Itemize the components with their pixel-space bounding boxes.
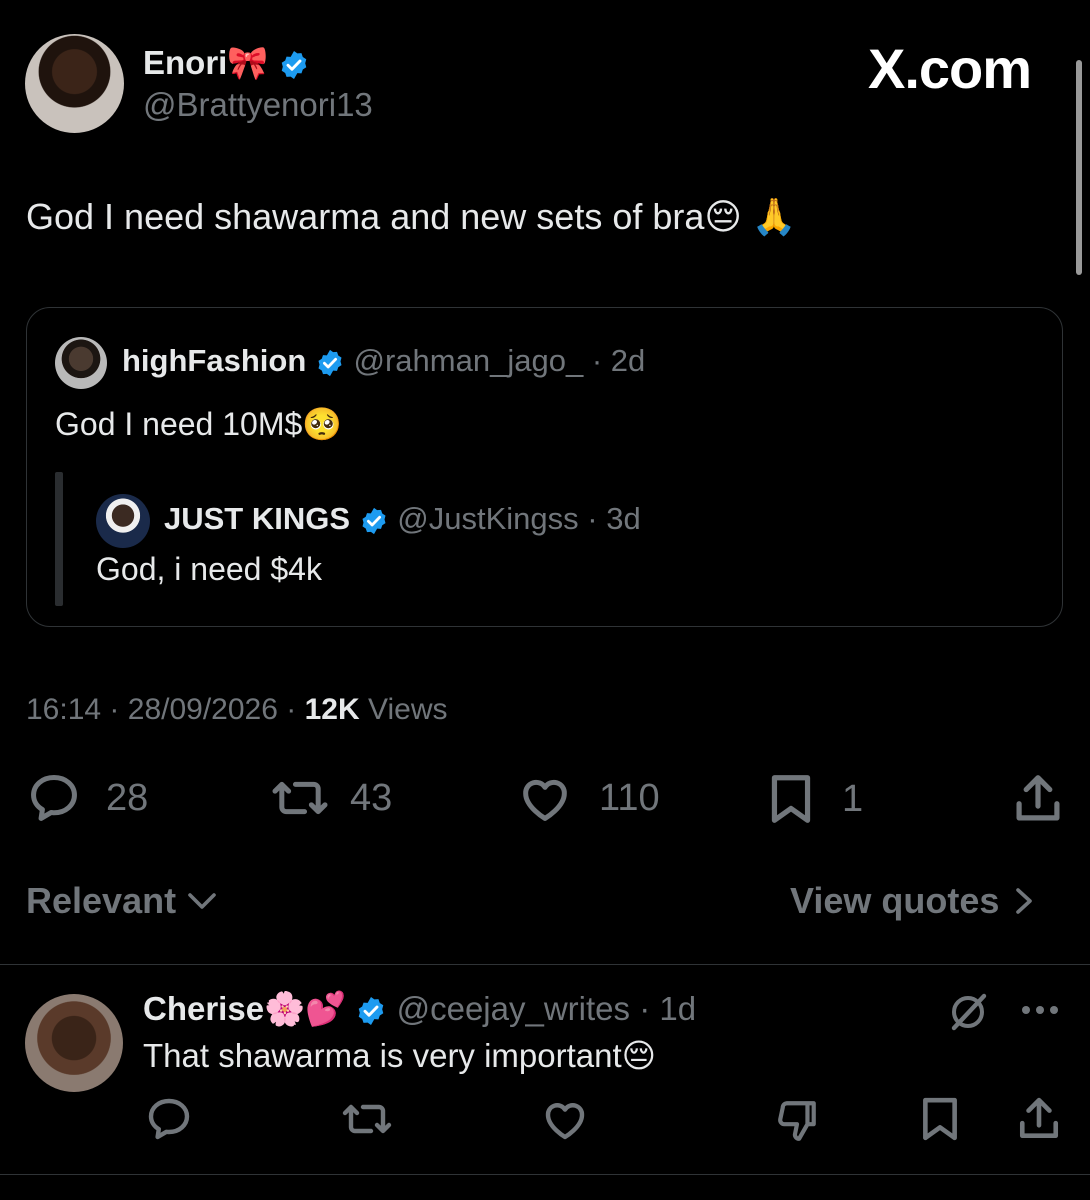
bookmark-count: 1 (842, 777, 864, 820)
share-button[interactable] (1012, 773, 1064, 825)
separator-dot: · (109, 693, 120, 726)
divider (0, 964, 1090, 965)
verified-badge-icon (315, 348, 345, 378)
author-handle[interactable]: @Brattyenori13 (143, 86, 373, 124)
reply-repost-button[interactable] (340, 1097, 394, 1141)
reply-button[interactable]: 28 (26, 773, 148, 823)
reply-author-handle[interactable]: @ceejay_writes (397, 990, 630, 1027)
tweet-text: God I need shawarma and new sets of bra😔… (26, 196, 797, 237)
separator-dot: · (639, 990, 651, 1027)
quote-author-handle: @rahman_jago_ (353, 343, 584, 378)
views-count: 12K (304, 693, 360, 726)
bookmark-button[interactable]: 1 (766, 773, 863, 825)
nested-age: 3d (606, 501, 641, 536)
separator-dot: · (286, 693, 297, 726)
sort-label: Relevant (26, 880, 177, 921)
divider (0, 1174, 1090, 1175)
like-count: 110 (599, 776, 660, 819)
nested-author-avatar (96, 494, 150, 548)
reply-age: 1d (659, 990, 697, 1027)
repost-icon (340, 1097, 394, 1141)
verified-badge-icon (359, 506, 389, 536)
bookmark-icon (918, 1096, 962, 1142)
verified-badge-icon (355, 995, 387, 1027)
like-button[interactable]: 110 (517, 773, 660, 823)
thumbs-down-icon (774, 1097, 820, 1143)
reply-text: That shawarma is very important😔 (143, 1037, 657, 1074)
author-name[interactable]: Enori🎀 (143, 44, 268, 81)
bookmark-icon (766, 773, 816, 825)
view-quotes-link[interactable]: View quotes (790, 880, 1033, 922)
author-avatar[interactable] (25, 34, 124, 133)
chevron-right-icon (1015, 887, 1033, 915)
reply-author-avatar[interactable] (25, 994, 123, 1092)
reply-reply-button[interactable] (145, 1097, 193, 1141)
reply-like-button[interactable] (540, 1097, 590, 1141)
reply-author-name[interactable]: Cherise🌸💕 (143, 990, 346, 1027)
sort-dropdown[interactable]: Relevant (26, 880, 216, 922)
repost-count: 43 (350, 776, 393, 819)
quote-age: 2d (610, 343, 646, 378)
nested-author-name: JUST KINGS (164, 501, 351, 536)
nested-quote-rail (55, 472, 63, 606)
nested-quote-header: JUST KINGS @JustKingss · 3d (164, 501, 641, 537)
nested-author-handle: @JustKingss (397, 501, 579, 536)
verified-badge-icon (278, 49, 310, 81)
reply-bookmark-button[interactable] (918, 1096, 962, 1142)
grok-icon[interactable] (946, 990, 990, 1034)
separator-dot: · (591, 343, 603, 378)
reply-share-button[interactable] (1016, 1096, 1062, 1142)
reply-downvote-button[interactable] (774, 1097, 820, 1143)
repost-button[interactable]: 43 (270, 773, 392, 823)
tweet-meta: 16:14 · 28/09/2026 · 12K Views (26, 693, 447, 727)
heart-icon (540, 1097, 590, 1141)
reply-icon (26, 773, 82, 823)
view-quotes-label: View quotes (790, 880, 1000, 921)
quote-author-name: highFashion (122, 343, 307, 378)
reply-count: 28 (106, 776, 149, 819)
quote-text: God I need 10M$🥺 (55, 406, 343, 442)
chevron-down-icon (188, 891, 216, 911)
reply-header: Cherise🌸💕 @ceejay_writes · 1d (143, 990, 696, 1029)
scrollbar[interactable] (1076, 60, 1082, 275)
tweet-date[interactable]: 28/09/2026 (128, 693, 278, 726)
reply-icon (145, 1097, 193, 1141)
quote-header: highFashion @rahman_jago_ · 2d (122, 343, 645, 379)
more-options-icon[interactable] (1020, 1000, 1060, 1020)
nested-quote-text: God, i need $4k (96, 551, 322, 587)
share-icon (1016, 1096, 1062, 1142)
repost-icon (270, 773, 330, 823)
quote-author-avatar (55, 337, 107, 389)
views-label: Views (368, 693, 448, 726)
author-name-row: Enori🎀 (143, 44, 310, 83)
tweet-time[interactable]: 16:14 (26, 693, 101, 726)
watermark-text: X.com (868, 37, 1032, 100)
separator-dot: · (587, 501, 598, 536)
share-icon (1012, 773, 1064, 825)
heart-icon (517, 773, 573, 823)
